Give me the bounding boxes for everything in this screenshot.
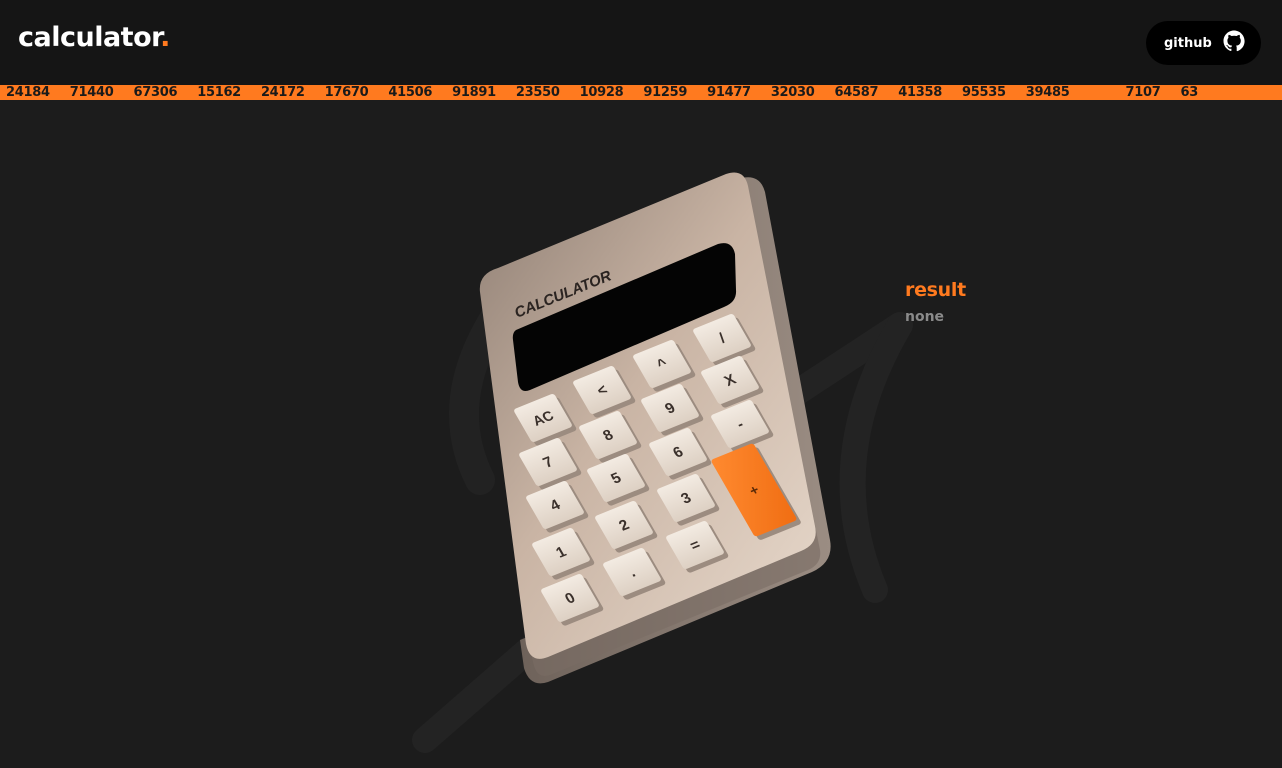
ticker-number: 24172 (260, 85, 305, 100)
number-ticker: 24184 71440 67306 15162 24172 17670 41506 91891… (0, 85, 1282, 100)
ticker-number: 64587 (834, 85, 879, 100)
github-button[interactable]: github (1146, 21, 1261, 65)
logo[interactable]: calculator. (18, 22, 170, 53)
ticker-number: 23550 (515, 85, 560, 100)
ticker-number: 91259 (643, 85, 688, 100)
logo-dot: . (160, 22, 170, 53)
ticker-number: 17670 (324, 85, 369, 100)
calculator: CALCULATOR /^<ACX987-654 321 =.0+ (479, 172, 831, 684)
ticker-number: 95535 (962, 85, 1006, 100)
ticker-number (1089, 85, 1105, 100)
result-value: none (905, 309, 945, 325)
ticker-number: 67306 (133, 85, 178, 100)
logo-text: calculator (18, 22, 161, 53)
ticker-number: 91477 (707, 85, 751, 100)
ticker-number: 10928 (579, 85, 624, 100)
ticker-number: 63 (1180, 85, 1198, 100)
ticker-number: 32030 (770, 85, 815, 100)
github-icon (1222, 29, 1246, 57)
ticker-number: 15162 (197, 85, 241, 100)
ticker-number: 41358 (898, 85, 943, 100)
ticker-number: 41506 (388, 85, 433, 100)
ticker-track: 24184 71440 67306 15162 24172 17670 41506 91891… (6, 85, 1218, 100)
ticker-number: 7107 (1125, 85, 1161, 100)
github-label: github (1164, 35, 1212, 51)
ticker-number: 91891 (452, 85, 496, 100)
result-title: result (905, 279, 966, 301)
ticker-number: 24184 (6, 85, 50, 100)
header: calculator. github (0, 0, 1282, 85)
ticker-number: 71440 (69, 85, 114, 100)
ticker-number: 39485 (1025, 85, 1070, 100)
